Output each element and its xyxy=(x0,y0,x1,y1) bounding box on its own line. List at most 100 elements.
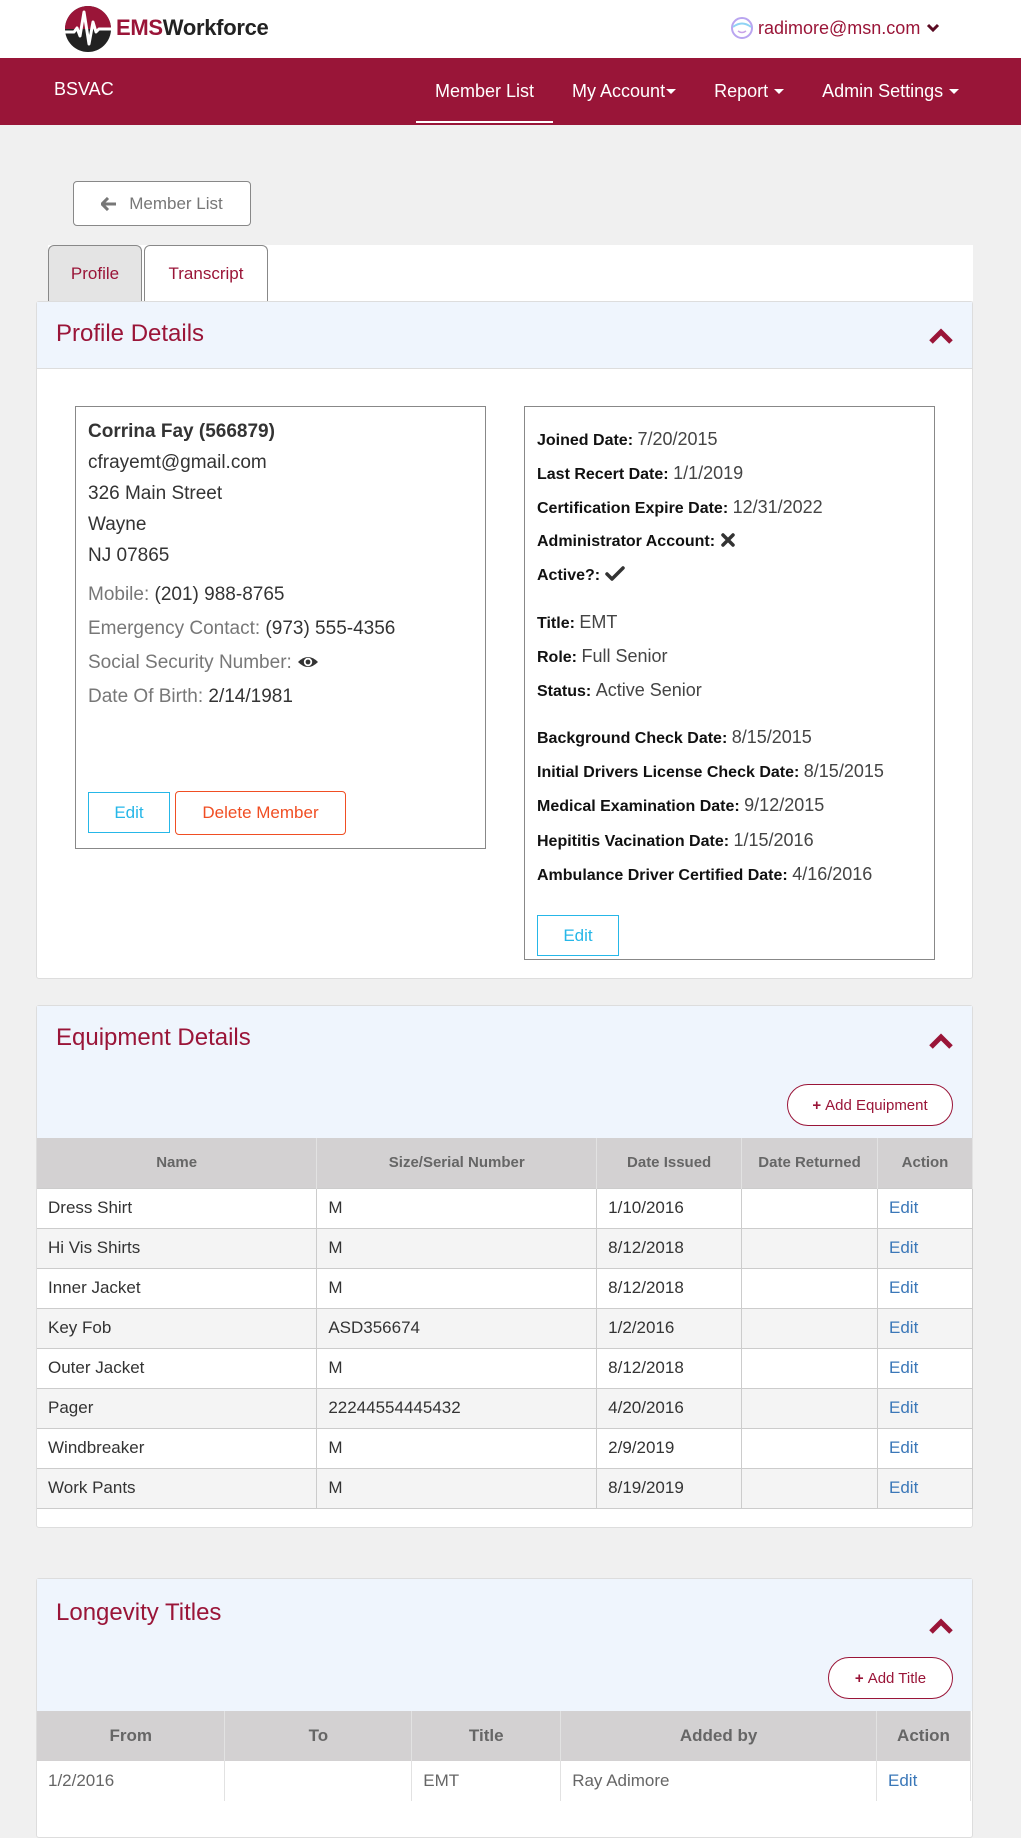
nav-report[interactable]: Report xyxy=(695,58,803,125)
column-header: From xyxy=(37,1711,226,1761)
user-email: radimore@msn.com xyxy=(758,17,921,38)
cell-issued: 8/12/2018 xyxy=(596,1267,743,1309)
field-value: 12/31/2022 xyxy=(732,497,823,517)
cell-title: EMT xyxy=(411,1761,562,1801)
eye-icon[interactable] xyxy=(297,654,319,670)
cell-size: ASD356674 xyxy=(316,1307,598,1349)
button-label: Delete Member xyxy=(202,803,319,822)
cell-returned xyxy=(741,1187,879,1229)
nav-menu: Member List My Account Report Admin Sett… xyxy=(416,58,978,125)
edit-row-link[interactable]: Edit xyxy=(889,1438,918,1457)
cell-name: Work Pants xyxy=(37,1467,318,1509)
cell-size: M xyxy=(316,1347,598,1389)
member-street: 326 Main Street xyxy=(88,483,223,504)
table-header-row: From To Title Added by Action xyxy=(37,1711,971,1761)
cell-name: Dress Shirt xyxy=(37,1187,318,1229)
column-header: Date Returned xyxy=(741,1138,879,1188)
field-value: 1/15/2016 xyxy=(733,830,814,850)
dob-value: 2/14/1981 xyxy=(208,686,293,707)
arrow-left-icon xyxy=(101,196,117,211)
hepatitis-vaccination-row: Hepititis Vacination Date: 1/15/2016 xyxy=(537,830,814,851)
panel-header: Equipment Details + Add Equipment xyxy=(37,1006,972,1138)
nav-label: My Account xyxy=(572,81,666,101)
cell-action: Edit xyxy=(876,1761,971,1801)
table-row: Outer Jacket M 8/12/2018 Edit xyxy=(37,1347,973,1389)
longevity-table: From To Title Added by Action 1/2/2016 EMT Ray… xyxy=(37,1711,971,1801)
cell-issued: 1/10/2016 xyxy=(596,1187,743,1229)
field-label: Certification Expire Date: xyxy=(537,500,729,517)
nav-admin-settings[interactable]: Admin Settings xyxy=(803,58,978,125)
field-value: 1/1/2019 xyxy=(673,463,744,483)
cell-returned xyxy=(741,1267,879,1309)
cell-issued: 8/12/2018 xyxy=(596,1227,743,1269)
nav-my-account[interactable]: My Account xyxy=(553,58,695,125)
caret-down-icon xyxy=(774,89,785,94)
field-label: Status: xyxy=(537,683,592,700)
table-row: Inner Jacket M 8/12/2018 Edit xyxy=(37,1267,973,1309)
x-mark-icon xyxy=(720,533,735,547)
user-menu[interactable]: radimore@msn.com xyxy=(730,16,940,40)
cell-from: 1/2/2016 xyxy=(37,1761,226,1801)
button-label: Edit xyxy=(563,925,593,945)
field-label: Title: xyxy=(537,615,575,632)
cell-action: Edit xyxy=(877,1227,973,1269)
longevity-titles-panel: Longevity Titles + Add Title From To Title A… xyxy=(36,1578,973,1838)
edit-row-link[interactable]: Edit xyxy=(889,1278,918,1297)
column-header: Date Issued xyxy=(596,1138,743,1188)
edit-row-link[interactable]: Edit xyxy=(888,1771,917,1790)
plus-icon: + xyxy=(812,1096,822,1114)
field-value: Full Senior xyxy=(581,646,668,666)
cell-name: Hi Vis Shirts xyxy=(37,1227,318,1269)
cell-name: Pager xyxy=(37,1387,318,1429)
caret-down-icon xyxy=(666,89,677,94)
edit-contact-button[interactable]: Edit xyxy=(88,792,170,833)
active-row: Active?: xyxy=(537,566,625,585)
mobile-row: Mobile: (201) 988-8765 xyxy=(88,584,284,606)
emergency-contact-row: Emergency Contact: (973) 555-4356 xyxy=(88,618,395,640)
cell-action: Edit xyxy=(877,1467,973,1509)
nav-label: Admin Settings xyxy=(822,81,944,101)
edit-row-link[interactable]: Edit xyxy=(889,1318,918,1337)
cell-returned xyxy=(741,1227,879,1269)
cell-size: M xyxy=(316,1427,598,1469)
edit-row-link[interactable]: Edit xyxy=(889,1398,918,1417)
logo-ems: EMS xyxy=(116,15,163,40)
tab-transcript[interactable]: Transcript xyxy=(144,245,268,301)
cell-returned xyxy=(741,1347,879,1389)
field-value: 9/12/2015 xyxy=(744,795,825,815)
edit-details-button[interactable]: Edit xyxy=(537,915,619,956)
panel-header: Profile Details xyxy=(37,302,972,369)
organization-name[interactable]: BSVAC xyxy=(54,79,114,100)
cell-size: M xyxy=(316,1267,598,1309)
add-title-button[interactable]: + Add Title xyxy=(828,1657,953,1699)
delete-member-button[interactable]: Delete Member xyxy=(175,791,346,835)
cert-expire-row: Certification Expire Date: 12/31/2022 xyxy=(537,497,823,518)
table-row: Pager 22244554445432 4/20/2016 Edit xyxy=(37,1387,973,1429)
chevron-up-icon[interactable] xyxy=(928,1617,954,1635)
edit-row-link[interactable]: Edit xyxy=(889,1478,918,1497)
column-header: Action xyxy=(876,1711,971,1761)
add-equipment-button[interactable]: + Add Equipment xyxy=(787,1084,953,1126)
nav-member-list[interactable]: Member List xyxy=(416,58,554,125)
chevron-up-icon[interactable] xyxy=(928,327,954,345)
license-check-row: Initial Drivers License Check Date: 8/15… xyxy=(537,761,884,782)
app-logo[interactable]: EMSWorkforce xyxy=(62,2,269,54)
edit-row-link[interactable]: Edit xyxy=(889,1198,918,1217)
chevron-up-icon[interactable] xyxy=(928,1032,954,1050)
title-row: Title: EMT xyxy=(537,612,617,633)
tab-profile[interactable]: Profile xyxy=(48,245,142,301)
panel-header: Longevity Titles + Add Title xyxy=(37,1579,972,1711)
column-header: Size/Serial Number xyxy=(316,1138,598,1188)
cell-action: Edit xyxy=(877,1187,973,1229)
column-header: Added by xyxy=(560,1711,877,1761)
edit-row-link[interactable]: Edit xyxy=(889,1358,918,1377)
back-to-member-list-button[interactable]: Member List xyxy=(73,181,251,226)
caret-down-icon xyxy=(949,89,960,94)
cell-issued: 4/20/2016 xyxy=(596,1387,743,1429)
dob-label: Date Of Birth: xyxy=(88,686,204,707)
member-city: Wayne xyxy=(88,514,147,535)
table-row: Key Fob ASD356674 1/2/2016 Edit xyxy=(37,1307,973,1349)
background-check-row: Background Check Date: 8/15/2015 xyxy=(537,727,812,748)
logo-workforce: Workforce xyxy=(162,15,269,40)
edit-row-link[interactable]: Edit xyxy=(889,1238,918,1257)
